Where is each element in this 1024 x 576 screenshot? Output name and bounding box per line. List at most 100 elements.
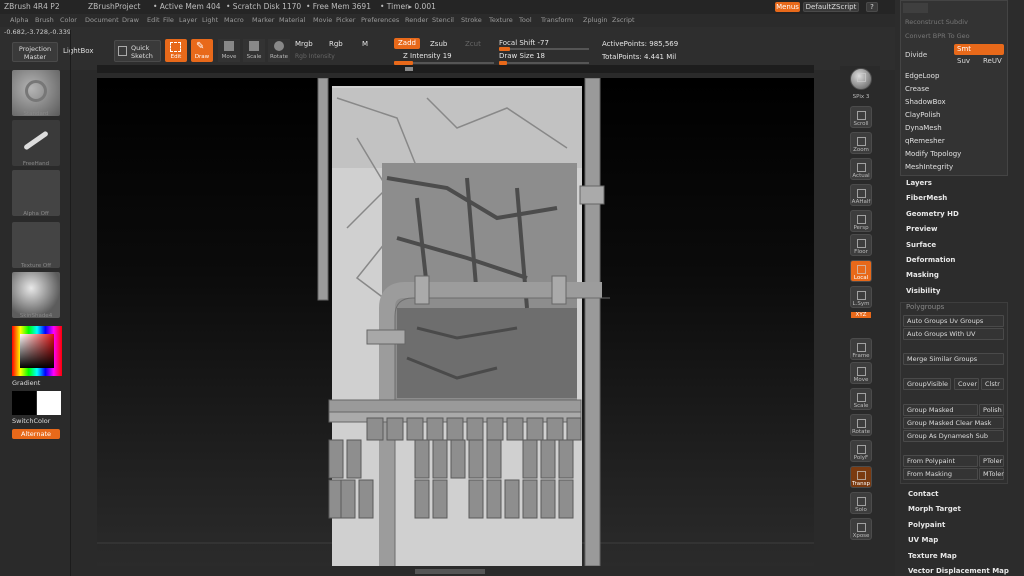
menu-picker[interactable]: Picker (336, 14, 355, 27)
group-as-dynamesh-sub[interactable]: Group As Dynamesh Sub (903, 430, 1004, 442)
menu-file[interactable]: File (163, 14, 174, 27)
menu-preferences[interactable]: Preferences (361, 14, 399, 27)
subpalette-texture-map[interactable]: Texture Map (908, 552, 957, 560)
menu-brush[interactable]: Brush (35, 14, 54, 27)
rotate-button[interactable]: Rotate (268, 39, 290, 62)
rgb-intensity-slider[interactable]: Rgb Intensity (295, 53, 335, 60)
reuv-toggle[interactable]: ReUV (983, 57, 1002, 65)
merge-similar-groups[interactable]: Merge Similar Groups (903, 353, 1004, 365)
polish-slider[interactable]: Polish (979, 404, 1004, 416)
subpalette-contact[interactable]: Contact (908, 490, 939, 498)
xyz-button[interactable]: XYZ (851, 312, 871, 318)
viewport-top-scroll[interactable] (97, 65, 814, 73)
scroll-marker[interactable] (405, 67, 413, 71)
section-qremesher[interactable]: qRemesher (905, 137, 945, 145)
draw-size-slider[interactable] (499, 61, 589, 65)
menu-stroke[interactable]: Stroke (461, 14, 482, 27)
group-visible-button[interactable]: GroupVisible (903, 378, 951, 390)
texture-thumbnail[interactable] (12, 222, 60, 268)
material-thumbnail[interactable] (12, 272, 60, 318)
draw-button[interactable]: ✎ Draw (191, 39, 213, 62)
clustering-slider[interactable]: Clstr (981, 378, 1004, 390)
reconstruct-subdiv[interactable]: Reconstruct Subdiv (905, 18, 968, 26)
color-square[interactable] (20, 334, 54, 368)
menu-zplugin[interactable]: Zplugin (583, 14, 608, 27)
menu-tool[interactable]: Tool (519, 14, 532, 27)
viewport-bottom-scroll[interactable] (415, 569, 485, 574)
polygroups-title[interactable]: Polygroups (906, 303, 944, 311)
section-modify-topology[interactable]: Modify Topology (905, 150, 961, 158)
menu-macro[interactable]: Macro (224, 14, 244, 27)
divide-button[interactable]: Divide (905, 51, 927, 59)
canvas-viewport[interactable] (97, 77, 814, 574)
help-icon[interactable]: ? (866, 2, 878, 12)
section-edgeloop[interactable]: EdgeLoop (905, 72, 939, 80)
from-masking-button[interactable]: From Masking (903, 468, 978, 480)
subpalette-morph-target[interactable]: Morph Target (908, 505, 961, 513)
smt-toggle[interactable]: Smt (954, 44, 1004, 55)
auto-groups-with-uv[interactable]: Auto Groups With UV (903, 328, 1004, 340)
move-button[interactable]: Move (218, 39, 240, 62)
from-polypaint-button[interactable]: From Polypaint (903, 455, 978, 467)
subpalette-fibermesh[interactable]: FiberMesh (906, 194, 947, 202)
subpalette-masking[interactable]: Masking (906, 271, 939, 279)
edit-button[interactable]: Edit (165, 39, 187, 62)
scale-button[interactable]: Scale (243, 39, 265, 62)
auto-groups-uv-groups[interactable]: Auto Groups Uv Groups (903, 315, 1004, 327)
section-meshintegrity[interactable]: MeshIntegrity (905, 163, 953, 171)
spix-button[interactable]: SPix 3 (842, 94, 880, 100)
menu-stencil[interactable]: Stencil (432, 14, 454, 27)
switch-color-button[interactable]: SwitchColor (12, 417, 50, 425)
alpha-thumbnail[interactable] (12, 170, 60, 216)
subpalette-geometry-hd[interactable]: Geometry HD (906, 210, 959, 218)
masking-tolerance-slider[interactable]: MToler (979, 468, 1004, 480)
convert-bpr[interactable]: Convert BPR To Geo (905, 32, 970, 40)
menu-material[interactable]: Material (279, 14, 305, 27)
subpalette-vector-displacement-map[interactable]: Vector Displacement Map (908, 567, 1009, 575)
section-claypolish[interactable]: ClayPolish (905, 111, 941, 119)
alternate-button[interactable]: Alternate (12, 429, 60, 439)
menu-document[interactable]: Document (85, 14, 119, 27)
menus-button[interactable]: Menus (775, 2, 800, 12)
mrgb-button[interactable]: Mrgb (295, 40, 313, 48)
subpalette-preview[interactable]: Preview (906, 225, 938, 233)
menu-color[interactable]: Color (60, 14, 77, 27)
color-picker[interactable] (12, 326, 62, 376)
menu-marker[interactable]: Marker (252, 14, 274, 27)
lightbox-button[interactable]: LightBox (63, 47, 93, 55)
menu-zscript[interactable]: Zscript (612, 14, 635, 27)
projection-master-button[interactable]: Projection Master (12, 42, 58, 62)
focal-shift-slider[interactable] (499, 47, 589, 51)
subpalette-visibility[interactable]: Visibility (906, 287, 940, 295)
group-masked-clear-mask[interactable]: Group Masked Clear Mask (903, 417, 1004, 429)
coverage-slider[interactable]: Cover (954, 378, 979, 390)
polypaint-tolerance-slider[interactable]: PToler (979, 455, 1004, 467)
subpalette-layers[interactable]: Layers (906, 179, 932, 187)
section-crease[interactable]: Crease (905, 85, 929, 93)
section-dynamesh[interactable]: DynaMesh (905, 124, 942, 132)
subpalette-polypaint[interactable]: Polypaint (908, 521, 945, 529)
section-shadowbox[interactable]: ShadowBox (905, 98, 946, 106)
subpalette-deformation[interactable]: Deformation (906, 256, 955, 264)
menu-render[interactable]: Render (405, 14, 428, 27)
menu-layer[interactable]: Layer (179, 14, 197, 27)
menu-alpha[interactable]: Alpha (10, 14, 28, 27)
brush-thumbnail[interactable] (12, 70, 60, 116)
rgb-button[interactable]: Rgb (329, 40, 343, 48)
menu-transform[interactable]: Transform (541, 14, 573, 27)
main-color-swatch[interactable] (12, 391, 36, 415)
group-masked-button[interactable]: Group Masked (903, 404, 978, 416)
subpalette-uv-map[interactable]: UV Map (908, 536, 938, 544)
menu-texture[interactable]: Texture (489, 14, 513, 27)
zadd-button[interactable]: Zadd (394, 38, 420, 49)
default-zscript-button[interactable]: DefaultZScript (803, 2, 859, 12)
zcut-button[interactable]: Zcut (465, 40, 481, 48)
zsub-button[interactable]: Zsub (430, 40, 447, 48)
bpr-button[interactable] (850, 68, 872, 90)
window-controls[interactable] (903, 3, 928, 13)
suv-toggle[interactable]: Suv (957, 57, 970, 65)
secondary-color-swatch[interactable] (37, 391, 61, 415)
z-intensity-slider[interactable] (394, 61, 494, 65)
m-button[interactable]: M (362, 40, 368, 48)
menu-movie[interactable]: Movie (313, 14, 332, 27)
